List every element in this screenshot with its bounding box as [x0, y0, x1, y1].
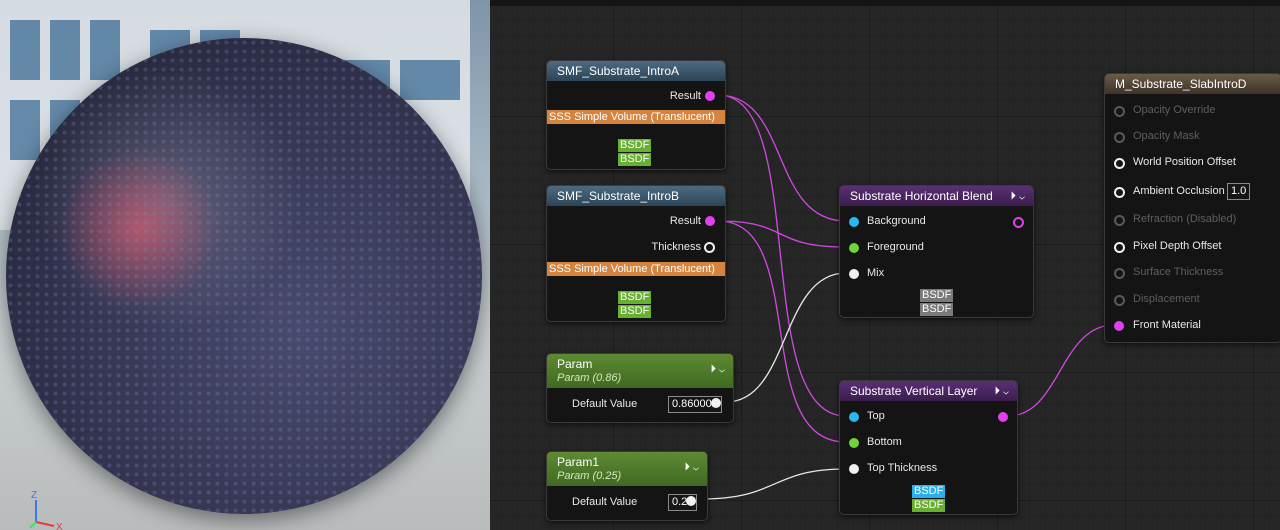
front-material-pin[interactable]: [1114, 321, 1124, 331]
node-header: Param1 Param (0.25) ⏵ ⌄: [547, 452, 707, 486]
node-header: Substrate Horizontal Blend ⏵ ⌄: [840, 186, 1033, 206]
ambient-occlusion-pin[interactable]: [1114, 187, 1125, 198]
node-header-icons[interactable]: ⏵ ⌄: [685, 461, 700, 474]
node-title: Param: [557, 357, 593, 371]
mix-input-pin[interactable]: [849, 269, 859, 279]
wire-param-to-mix: [725, 272, 847, 403]
node-header: Substrate Vertical Layer ⏵ ⌄: [840, 381, 1017, 401]
material-graph-canvas[interactable]: SMF_Substrate_IntroA Result SSS Simple V…: [490, 0, 1280, 530]
world-position-offset-label: World Position Offset: [1133, 156, 1236, 168]
opacity-mask-pin[interactable]: [1114, 132, 1125, 143]
bottom-label: Bottom: [867, 436, 902, 448]
node-material-output[interactable]: M_Substrate_SlabIntroD Opacity Override …: [1104, 73, 1280, 343]
world-position-offset-pin[interactable]: [1114, 158, 1125, 169]
sss-profile-tag: SSS Simple Volume (Translucent): [547, 262, 725, 276]
displacement-label: Displacement: [1133, 293, 1200, 305]
thickness-label: Thickness: [651, 241, 701, 253]
node-smf-substrate-introb[interactable]: SMF_Substrate_IntroB Result Thickness SS…: [546, 185, 726, 322]
wire-vertical-to-frontmaterial: [1007, 324, 1115, 417]
bsdf-badge: BSDF: [920, 303, 954, 316]
result-label: Result: [669, 215, 701, 227]
node-title: Substrate Horizontal Blend: [850, 189, 993, 203]
bsdf-badge: BSDF: [912, 499, 946, 512]
node-title: SMF_Substrate_IntroB: [547, 186, 725, 206]
material-preview-viewport[interactable]: Z X: [0, 0, 490, 530]
node-header-icons[interactable]: ⏵ ⌄: [995, 381, 1010, 401]
bsdf-badge: BSDF: [618, 291, 652, 304]
pixel-depth-offset-pin[interactable]: [1114, 242, 1125, 253]
node-title: M_Substrate_SlabIntroD: [1105, 74, 1280, 94]
node-header-icons[interactable]: ⏵ ⌄: [711, 363, 726, 376]
wire-introa-to-background: [717, 94, 847, 222]
node-substrate-vertical-layer[interactable]: Substrate Vertical Layer ⏵ ⌄ Top Bottom …: [839, 380, 1018, 515]
front-material-label: Front Material: [1133, 319, 1201, 331]
axis-gizmo: Z X: [29, 490, 63, 530]
result-label: Result: [669, 90, 701, 102]
node-subtitle: Param (0.86): [557, 372, 622, 384]
mix-label: Mix: [867, 267, 885, 279]
refraction-pin[interactable]: [1114, 215, 1125, 226]
node-substrate-horizontal-blend[interactable]: Substrate Horizontal Blend ⏵ ⌄ Backgroun…: [839, 185, 1034, 318]
opacity-override-label: Opacity Override: [1133, 104, 1216, 116]
node-title: Substrate Vertical Layer: [850, 384, 978, 398]
node-header-icons[interactable]: ⏵ ⌄: [1011, 186, 1026, 206]
horizontal-blend-output-pin[interactable]: [1013, 217, 1024, 228]
result-output-pin[interactable]: [705, 216, 715, 226]
ambient-occlusion-label: Ambient Occlusion: [1133, 185, 1225, 197]
bsdf-badge: BSDF: [618, 139, 652, 152]
background-input-pin[interactable]: [849, 217, 859, 227]
result-output-pin[interactable]: [705, 91, 715, 101]
vertical-layer-output-pin[interactable]: [998, 412, 1008, 422]
bsdf-badge: BSDF: [912, 485, 946, 498]
node-header: Param Param (0.86) ⏵ ⌄: [547, 354, 733, 388]
wire-introb-to-foreground: [717, 220, 847, 248]
wire-introb-to-bottom: [717, 220, 847, 443]
bottom-input-pin[interactable]: [849, 438, 859, 448]
opacity-mask-label: Opacity Mask: [1133, 130, 1200, 142]
bsdf-badge: BSDF: [618, 305, 652, 318]
top-input-pin[interactable]: [849, 412, 859, 422]
surface-thickness-pin[interactable]: [1114, 268, 1125, 279]
axis-z-label: Z: [31, 490, 37, 501]
preview-sphere: [6, 38, 482, 514]
node-smf-substrate-introa[interactable]: SMF_Substrate_IntroA Result SSS Simple V…: [546, 60, 726, 170]
graph-top-bar: [490, 0, 1280, 6]
thickness-output-pin[interactable]: [704, 242, 715, 253]
node-param[interactable]: Param Param (0.86) ⏵ ⌄ Default Value 0.8…: [546, 353, 734, 423]
bsdf-badge: BSDF: [618, 153, 652, 166]
default-value-label: Default Value: [572, 398, 638, 410]
opacity-override-pin[interactable]: [1114, 106, 1125, 117]
node-title: SMF_Substrate_IntroA: [547, 61, 725, 81]
axis-x-label: X: [56, 522, 63, 530]
top-label: Top: [867, 410, 885, 422]
foreground-label: Foreground: [867, 241, 924, 253]
top-thickness-input-pin[interactable]: [849, 464, 859, 474]
sss-profile-tag: SSS Simple Volume (Translucent): [547, 110, 725, 124]
foreground-input-pin[interactable]: [849, 243, 859, 253]
pixel-depth-offset-label: Pixel Depth Offset: [1133, 240, 1222, 252]
bsdf-badge: BSDF: [920, 289, 954, 302]
refraction-label: Refraction (Disabled): [1133, 213, 1237, 225]
wire-param1-to-topthickness: [699, 468, 847, 500]
param1-output-pin[interactable]: [686, 496, 696, 506]
param-output-pin[interactable]: [711, 398, 721, 408]
default-value-label: Default Value: [572, 496, 638, 508]
displacement-pin[interactable]: [1114, 295, 1125, 306]
wire-introa-to-top: [717, 94, 847, 417]
top-thickness-label: Top Thickness: [867, 462, 938, 474]
ambient-occlusion-value[interactable]: 1.0: [1227, 183, 1251, 200]
surface-thickness-label: Surface Thickness: [1133, 266, 1224, 278]
background-label: Background: [867, 215, 926, 227]
node-param1[interactable]: Param1 Param (0.25) ⏵ ⌄ Default Value 0.…: [546, 451, 708, 521]
